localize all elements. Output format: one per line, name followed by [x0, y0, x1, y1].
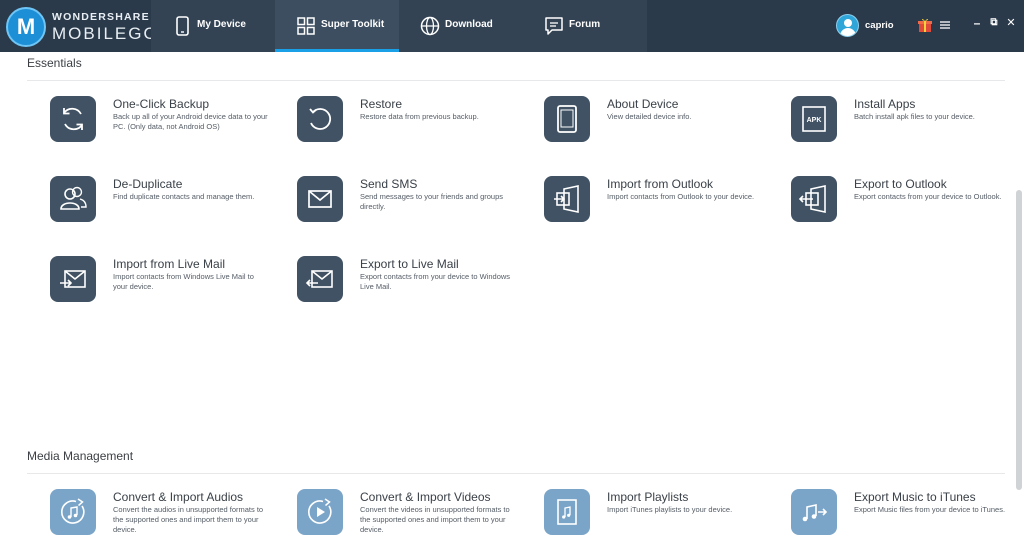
music-export-icon — [791, 489, 837, 535]
tool-send-sms[interactable]: Send SMS Send messages to your friends a… — [297, 176, 537, 238]
tool-title: Convert & Import Audios — [113, 490, 244, 504]
forum-icon — [545, 17, 563, 35]
tool-description: Back up all of your Android device data … — [113, 112, 268, 131]
restore-button[interactable]: ⧉ — [987, 16, 1001, 30]
tablet-icon — [544, 96, 590, 142]
section-divider — [27, 473, 1005, 474]
outlook-export-icon — [791, 176, 837, 222]
section-title-essentials: Essentials — [27, 56, 82, 70]
tool-description: Export contacts from your device to Wind… — [360, 272, 511, 291]
avatar — [836, 14, 859, 37]
tool-title: Restore — [360, 97, 403, 111]
section-divider — [27, 80, 1005, 81]
sync-icon — [50, 96, 96, 142]
tool-one-click-backup[interactable]: One-Click Backup Back up all of your And… — [50, 96, 290, 158]
tool-description: Export Music files from your device to i… — [854, 505, 1006, 514]
tool-import-from-outlook[interactable]: Import from Outlook Import contacts from… — [544, 176, 784, 238]
tool-title: Send SMS — [360, 177, 418, 191]
tab-forum[interactable]: Forum — [523, 0, 647, 52]
grid-icon — [297, 17, 315, 35]
tool-convert-import-videos[interactable]: Convert & Import Videos Convert the vide… — [297, 489, 537, 551]
logo-brand: WONDERSHARE — [52, 11, 150, 23]
tab-download[interactable]: Download — [399, 0, 523, 52]
tool-description: View detailed device info. — [607, 112, 692, 121]
tool-convert-import-audios[interactable]: Convert & Import Audios Convert the audi… — [50, 489, 290, 551]
tool-de-duplicate[interactable]: De-Duplicate Find duplicate contacts and… — [50, 176, 290, 238]
tab-label: Forum — [569, 19, 601, 30]
video-convert-icon — [297, 489, 343, 535]
tool-title: Import Playlists — [607, 490, 689, 504]
tool-title: One-Click Backup — [113, 97, 210, 111]
audio-convert-icon — [50, 489, 96, 535]
tool-title: Import from Live Mail — [113, 257, 226, 271]
tab-label: My Device — [197, 19, 246, 30]
tool-title: Install Apps — [854, 97, 916, 111]
tool-description: Batch install apk files to your device. — [854, 112, 975, 121]
mail-export-icon — [297, 256, 343, 302]
tool-title: Import from Outlook — [607, 177, 714, 191]
gift-icon[interactable] — [918, 17, 932, 33]
outlook-import-icon — [544, 176, 590, 222]
logo-mark-icon: M — [6, 7, 46, 47]
tool-description: Import contacts from Windows Live Mail t… — [113, 272, 254, 291]
phone-icon — [176, 16, 189, 36]
tab-super-toolkit[interactable]: Super Toolkit — [275, 0, 399, 52]
contacts-icon — [50, 176, 96, 222]
top-bar: M WONDERSHARE MOBILEGO My Device Super T… — [0, 0, 1024, 52]
tool-description: Send messages to your friends and groups… — [360, 192, 504, 211]
tool-import-from-live-mail[interactable]: Import from Live Mail Import contacts fr… — [50, 256, 290, 318]
tab-label: Download — [445, 19, 493, 30]
apk-icon: APK — [791, 96, 837, 142]
apk-badge: APK — [807, 117, 822, 124]
mail-import-icon — [50, 256, 96, 302]
tool-export-music-to-itunes[interactable]: Export Music to iTunes Export Music file… — [791, 489, 1024, 551]
tool-title: Convert & Import Videos — [360, 490, 491, 504]
tool-restore[interactable]: Restore Restore data from previous backu… — [297, 96, 537, 158]
tool-export-to-live-mail[interactable]: Export to Live Mail Export contacts from… — [297, 256, 537, 318]
tool-export-to-outlook[interactable]: Export to Outlook Export contacts from y… — [791, 176, 1024, 238]
vertical-scrollbar[interactable] — [1016, 190, 1022, 490]
restore-icon — [297, 96, 343, 142]
tool-title: Export to Outlook — [854, 177, 947, 191]
tool-title: About Device — [607, 97, 679, 111]
username: caprio — [865, 20, 894, 31]
tab-label: Super Toolkit — [321, 19, 385, 30]
envelope-icon — [297, 176, 343, 222]
close-button[interactable]: ✕ — [1004, 16, 1018, 30]
playlist-icon — [544, 489, 590, 535]
minimize-button[interactable]: – — [970, 16, 984, 30]
tool-about-device[interactable]: About Device View detailed device info. — [544, 96, 784, 158]
globe-icon — [420, 16, 440, 36]
tool-description: Export contacts from your device to Outl… — [854, 192, 1002, 201]
tool-description: Import iTunes playlists to your device. — [607, 505, 733, 514]
tool-description: Restore data from previous backup. — [360, 112, 479, 121]
menu-icon[interactable] — [940, 20, 950, 30]
tool-description: Convert the videos in unsupported format… — [360, 505, 510, 534]
tool-install-apps[interactable]: APK Install Apps Batch install apk files… — [791, 96, 1024, 158]
tool-title: De-Duplicate — [113, 177, 183, 191]
tool-import-playlists[interactable]: Import Playlists Import iTunes playlists… — [544, 489, 784, 551]
tool-title: Export Music to iTunes — [854, 490, 976, 504]
tab-my-device[interactable]: My Device — [151, 0, 275, 52]
tool-description: Find duplicate contacts and manage them. — [113, 192, 255, 201]
app-logo: M WONDERSHARE MOBILEGO — [6, 7, 157, 47]
tool-description: Import contacts from Outlook to your dev… — [607, 192, 755, 201]
section-title-media-management: Media Management — [27, 449, 134, 463]
tool-title: Export to Live Mail — [360, 257, 459, 271]
tool-description: Convert the audios in unsupported format… — [113, 505, 264, 534]
logo-product: MOBILEGO — [52, 24, 159, 43]
